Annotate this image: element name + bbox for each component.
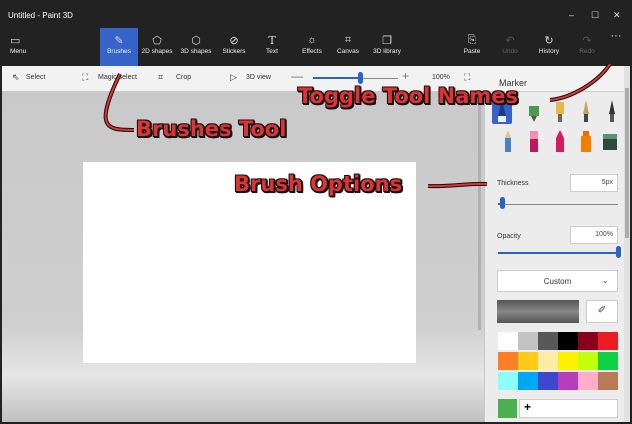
paint3d-window: Untitled - Paint 3D – ☐ ✕ ▭ Menu ✎ Brush… [0, 0, 632, 424]
annotation-arrows [103, 62, 612, 189]
annotation-brush-options: Brush Options [234, 172, 403, 196]
annotation-brushes-tool: Brushes Tool [136, 117, 287, 141]
annotation-toggle-tool-names: Toggle Tool Names [298, 84, 519, 108]
